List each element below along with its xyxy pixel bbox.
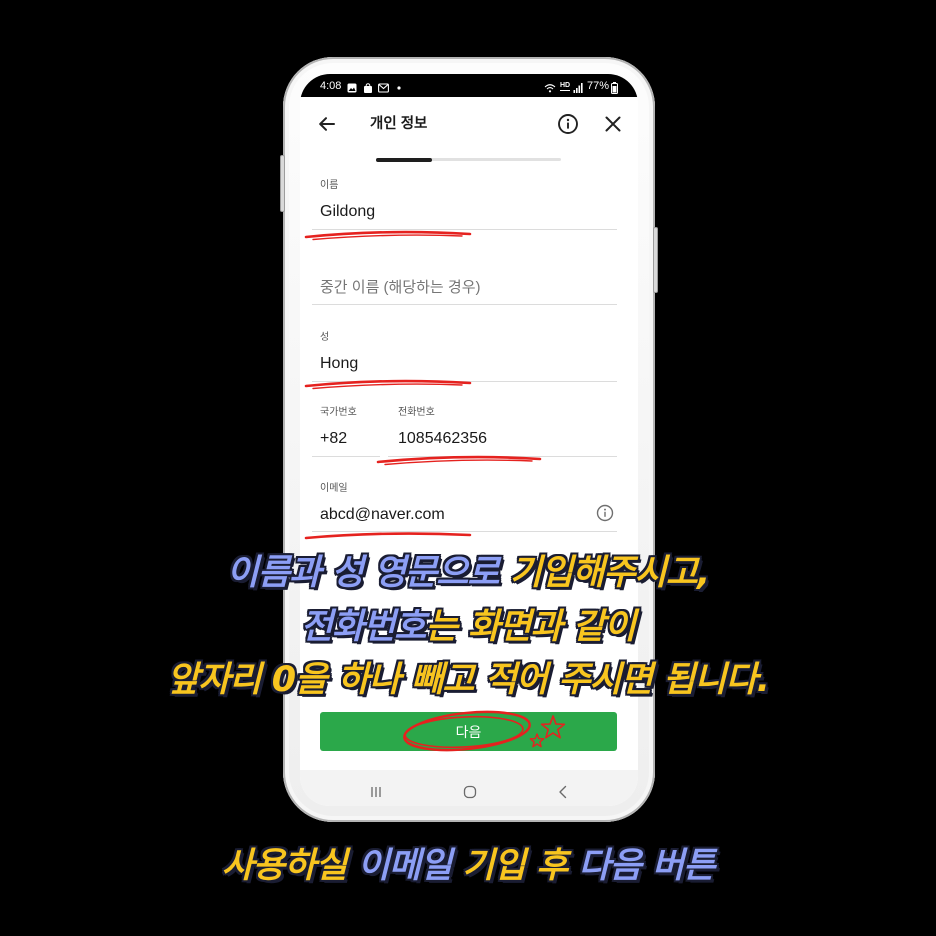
caption-line-1-segment-2: 기입해주시고, <box>498 553 711 593</box>
signal-icon <box>573 83 583 93</box>
caption-line-2-segment-1: 전화번호 <box>300 607 427 647</box>
back-button[interactable] <box>317 114 337 134</box>
info-icon[interactable] <box>557 113 579 135</box>
phone-side-button-left <box>280 155 285 212</box>
first-name-label: 이름 <box>320 180 339 191</box>
notification-dot-icon <box>397 86 401 90</box>
country-code-underline <box>312 456 380 457</box>
caption-line-2-segment-2: 는 화면과 같이 <box>425 607 637 647</box>
caption-bottom-segment-2: 이메일 <box>346 846 453 886</box>
phone-row: 국가번호 전화번호 <box>300 405 638 459</box>
phone-underline <box>388 456 617 457</box>
last-name-input[interactable] <box>320 353 610 375</box>
info-button[interactable] <box>557 113 579 135</box>
system-nav-bar <box>300 770 638 806</box>
gallery-icon <box>347 83 357 93</box>
last-name-label: 성 <box>320 332 330 343</box>
caption-line-3: 앞자리 0을 하나 빼고 적어 주시면 됩니다. <box>0 657 936 703</box>
last-name-field[interactable]: 성 <box>300 330 638 384</box>
email-input[interactable] <box>320 504 588 526</box>
middle-name-input[interactable] <box>320 277 610 299</box>
email-underline <box>312 531 617 532</box>
last-name-underline <box>312 381 617 382</box>
email-field[interactable]: 이메일 <box>300 481 638 535</box>
close-icon[interactable] <box>604 115 622 133</box>
next-button-label: 다음 <box>455 723 482 740</box>
volte-icon: HD <box>560 82 571 91</box>
country-code-label: 국가번호 <box>320 407 357 418</box>
caption-line-1: 이름과 성 영문으로 기입해주시고, <box>0 550 936 596</box>
caption-line-1-segment-1: 이름과 성 영문으로 <box>226 553 500 593</box>
arrow-left-icon[interactable] <box>317 114 337 134</box>
status-time: 4:08 <box>320 80 342 92</box>
caption-bottom: 사용하실 이메일 기입 후 다음 버튼 <box>0 843 936 889</box>
status-bar: 4:08 HD 77% <box>300 74 638 97</box>
info-icon[interactable] <box>596 504 614 522</box>
middle-name-field[interactable] <box>300 254 638 308</box>
wifi-calling-icon <box>544 84 556 93</box>
gmail-icon <box>378 83 389 93</box>
battery-icon <box>611 82 618 94</box>
first-name-underline <box>312 229 617 230</box>
next-button[interactable]: 다음 <box>320 712 617 751</box>
shopping-bag-icon <box>364 83 372 93</box>
phone-input[interactable] <box>398 428 608 450</box>
back-icon[interactable] <box>557 785 569 799</box>
close-button[interactable] <box>604 115 622 133</box>
email-label: 이메일 <box>320 483 348 494</box>
first-name-input[interactable] <box>320 201 610 223</box>
progress-fill <box>376 157 432 162</box>
caption-line-3-segment-1: 앞자리 0을 하나 빼고 적어 주시면 됩니다. <box>167 660 770 700</box>
recent-apps-icon[interactable] <box>369 785 383 799</box>
caption-bottom-segment-4: 다음 버튼 <box>567 846 715 886</box>
page-title: 개인 정보 <box>370 116 428 132</box>
country-code-input[interactable] <box>320 428 380 450</box>
phone-label: 전화번호 <box>398 407 435 418</box>
middle-name-underline <box>312 304 617 305</box>
home-icon[interactable] <box>463 785 477 799</box>
first-name-field[interactable]: 이름 <box>300 178 638 232</box>
phone-side-button-right <box>653 227 658 293</box>
caption-bottom-segment-3: 기입 후 <box>451 846 568 886</box>
battery-percent: 77% <box>587 80 610 92</box>
progress-bar <box>376 157 561 162</box>
caption-bottom-segment-1: 사용하실 <box>221 846 348 886</box>
caption-line-2: 전화번호는 화면과 같이 <box>0 604 936 650</box>
phone-frame: 4:08 HD 77% 개인 정보 이름 Gildong 중간 이름 (해당하는… <box>280 57 658 822</box>
